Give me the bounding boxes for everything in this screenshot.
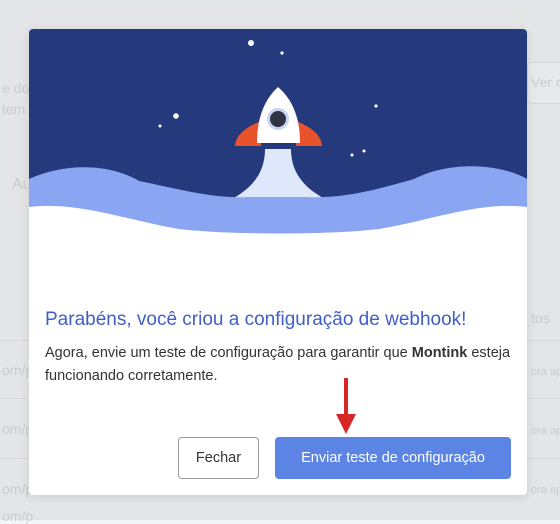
star-icon <box>350 153 354 157</box>
star-icon <box>374 104 378 108</box>
send-test-button[interactable]: Enviar teste de configuração <box>275 437 511 479</box>
description-text: Agora, envie um teste de configuração pa… <box>45 345 412 361</box>
star-icon <box>248 40 254 46</box>
rocket-illustration <box>29 29 527 269</box>
close-button[interactable]: Fechar <box>178 437 259 479</box>
star-icon <box>280 51 284 55</box>
star-icon <box>173 113 179 119</box>
red-arrow-annotation <box>336 378 356 434</box>
success-modal: Parabéns, você criou a configuração de w… <box>29 29 527 495</box>
modal-description: Agora, envie um teste de configuração pa… <box>45 342 515 388</box>
brand-name: Montink <box>411 345 468 361</box>
star-icon <box>362 149 366 153</box>
modal-title: Parabéns, você criou a configuração de w… <box>45 309 467 330</box>
star-icon <box>158 124 162 128</box>
